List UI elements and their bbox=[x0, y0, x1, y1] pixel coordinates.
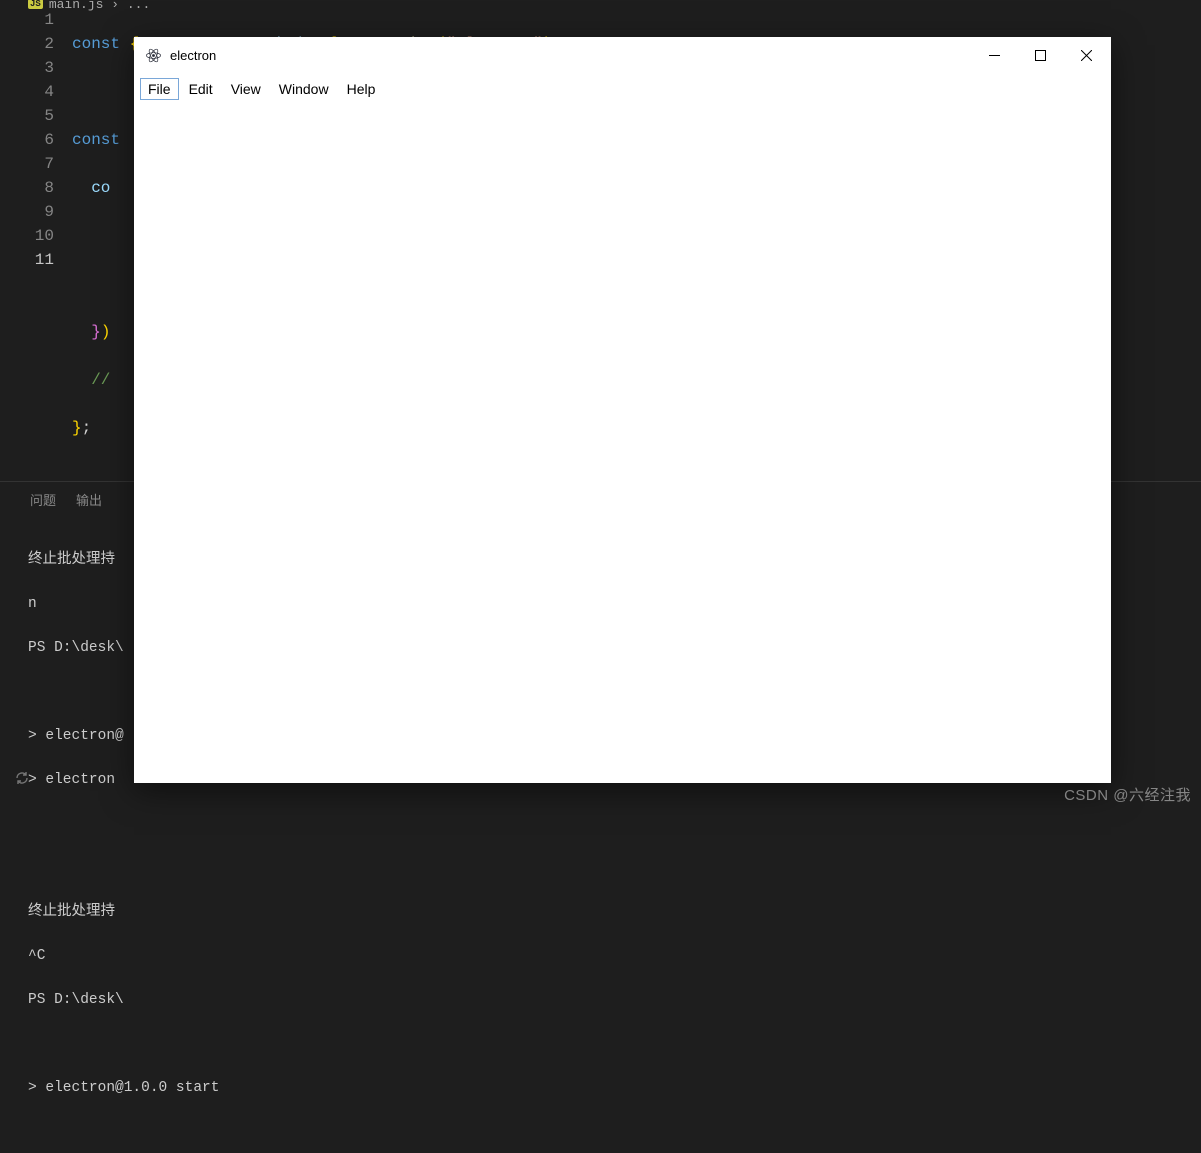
line-number: 3 bbox=[0, 56, 54, 80]
line-number: 4 bbox=[0, 80, 54, 104]
terminal-line bbox=[28, 857, 1173, 879]
menu-edit[interactable]: Edit bbox=[181, 78, 221, 100]
watermark: CSDN @六经注我 bbox=[1064, 784, 1191, 805]
line-number-gutter: 1 2 3 4 5 6 7 8 9 10 11 bbox=[0, 8, 72, 468]
electron-content-area[interactable] bbox=[134, 105, 1111, 783]
line-number: 9 bbox=[0, 200, 54, 224]
tab-output[interactable]: 输出 bbox=[76, 490, 102, 509]
sync-icon[interactable] bbox=[14, 770, 30, 791]
menu-window[interactable]: Window bbox=[271, 78, 337, 100]
line-number: 5 bbox=[0, 104, 54, 128]
line-number: 2 bbox=[0, 32, 54, 56]
minimize-button[interactable] bbox=[971, 39, 1017, 71]
terminal-line: PS D:\desk\ bbox=[28, 989, 1173, 1011]
line-number: 10 bbox=[0, 224, 54, 248]
terminal-line bbox=[28, 813, 1173, 835]
menu-help[interactable]: Help bbox=[339, 78, 384, 100]
tab-problems[interactable]: 问题 bbox=[30, 490, 56, 509]
line-number: 8 bbox=[0, 176, 54, 200]
titlebar[interactable]: electron bbox=[134, 37, 1111, 73]
line-number: 1 bbox=[0, 8, 54, 32]
menu-file[interactable]: File bbox=[140, 78, 179, 100]
electron-app-window: electron File Edit View Window Help bbox=[134, 37, 1111, 783]
line-number-current: 11 bbox=[0, 248, 54, 272]
maximize-button[interactable] bbox=[1017, 39, 1063, 71]
terminal-line: ^C bbox=[28, 945, 1173, 967]
window-title: electron bbox=[170, 48, 216, 63]
close-button[interactable] bbox=[1063, 39, 1109, 71]
terminal-line: > electron@1.0.0 start bbox=[28, 1077, 1173, 1099]
line-number: 7 bbox=[0, 152, 54, 176]
breadcrumb: JS main.js › ... bbox=[0, 0, 1201, 8]
electron-icon bbox=[144, 46, 162, 64]
terminal-line: 终止批处理持 bbox=[28, 901, 1173, 923]
terminal-line bbox=[28, 1033, 1173, 1055]
menu-view[interactable]: View bbox=[223, 78, 269, 100]
menubar: File Edit View Window Help bbox=[134, 73, 1111, 105]
line-number: 6 bbox=[0, 128, 54, 152]
